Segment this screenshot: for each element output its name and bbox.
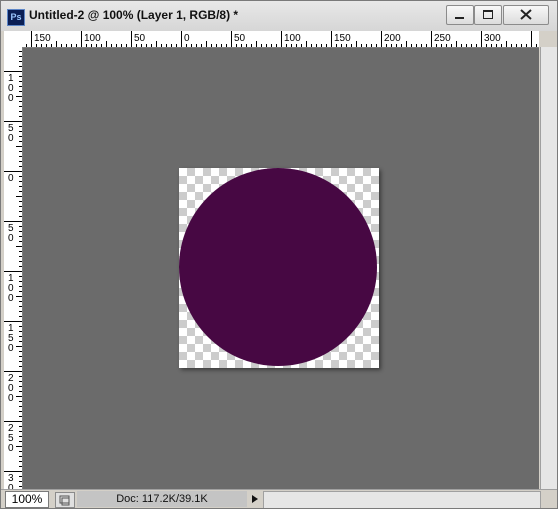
close-icon [520,9,532,20]
zoom-level-field[interactable]: 100% [5,491,49,508]
ruler-label: 50 [134,33,146,44]
vertical-scrollbar[interactable] [540,47,557,489]
vertical-ruler[interactable]: 51005005010015020025030 [4,47,23,489]
canvas-area[interactable] [23,48,539,489]
ruler-label-digit: 0 [8,233,14,244]
ruler-label: 150 [334,33,351,44]
title-bar[interactable]: Ps Untitled-2 @ 100% (Layer 1, RGB/8) * [1,1,557,31]
ruler-label-digit: 0 [8,343,14,354]
ruler-label: 50 [234,33,246,44]
status-menu-arrow-icon[interactable] [249,492,261,506]
photoshop-app-icon: Ps [7,9,25,26]
minimize-icon [455,17,464,19]
vertical-ruler-ticks: 51005005010015020025030 [4,51,22,489]
ruler-label: 200 [384,33,401,44]
window-title: Untitled-2 @ 100% (Layer 1, RGB/8) * [29,8,239,22]
ruler-label: 100 [284,33,301,44]
ruler-label-digit: 0 [8,93,14,104]
close-button[interactable] [503,5,549,25]
ruler-label-digit: 0 [8,393,14,404]
document-canvas[interactable] [179,168,379,368]
ruler-label: 150 [34,33,51,44]
ruler-corner[interactable] [4,31,23,48]
ruler-label: 300 [484,33,501,44]
status-options-icon[interactable] [55,492,75,508]
status-bar: 100% Doc: 117.2K/39.1K [1,489,557,508]
maximize-button[interactable] [474,5,502,25]
document-window: Ps Untitled-2 @ 100% (Layer 1, RGB/8) * … [0,0,558,509]
document-size-info: Doc: 117.2K/39.1K [77,491,247,507]
ruler-label-digit: 0 [8,443,14,454]
ruler-label-digit: 0 [8,293,14,304]
ruler-label-digit: 0 [8,133,14,144]
ruler-label: 100 [84,33,101,44]
purple-circle-layer [179,168,377,366]
ruler-label: 0 [184,33,190,44]
horizontal-ruler-ticks: 150 100 50 0 50 100 150 200 250 300 [26,31,537,47]
ruler-label: 250 [434,33,451,44]
minimize-button[interactable] [446,5,474,25]
horizontal-scrollbar[interactable] [263,491,541,508]
maximize-icon [483,10,493,19]
ruler-label-digit: 0 [8,173,14,184]
horizontal-ruler[interactable]: 150 100 50 0 50 100 150 200 250 300 [23,31,539,48]
